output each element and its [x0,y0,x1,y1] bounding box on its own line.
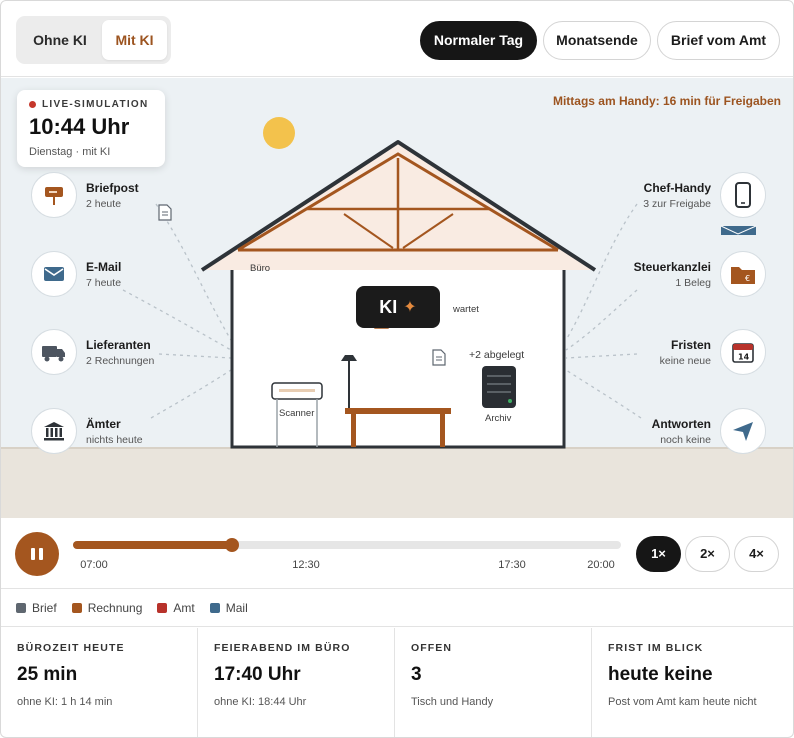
time-slider-handle[interactable] [225,538,240,552]
top-bar: Ohne KI Mit KI Normaler Tag Monatsende B… [1,1,793,77]
stat-offen: OFFEN 3 Tisch und Handy [395,628,592,737]
source-briefpost[interactable]: Briefpost 2 heute [31,172,139,218]
source-fristen[interactable]: Fristen keine neue 14 [660,329,766,375]
ohne-ki-button[interactable]: Ohne KI [20,20,100,60]
svg-text:€: € [745,274,750,283]
live-time: 10:44 Uhr [29,114,130,139]
send-icon [733,422,753,441]
archive-label: Archiv [485,413,512,424]
ki-mode-toggle: Ohne KI Mit KI [16,16,171,64]
time-slider[interactable] [73,538,621,552]
svg-text:14: 14 [738,353,750,362]
live-indicator-icon [29,101,36,108]
ki-status: wartet [453,304,479,315]
buero-label: Büro [250,263,271,274]
source-antworten[interactable]: Antworten noch keine [652,408,766,454]
tick-evening: 17:30 [498,559,526,571]
legend-item-mail: Mail [209,601,248,615]
legend-item-brief: Brief [16,601,57,615]
source-steuerkanzlei[interactable]: Steuerkanzlei 1 Beleg € [634,251,766,297]
phone-icon [735,182,751,208]
live-subtitle: Dienstag · mit KI [29,146,111,158]
speed-2x-button[interactable]: 2× [685,536,730,572]
scene-hint: Mittags am Handy: 16 min für Freigaben [552,94,781,108]
pause-button[interactable] [15,532,59,576]
archived-count: +2 abgelegt [469,349,525,361]
time-slider-fill [73,541,233,549]
truck-icon [42,346,65,362]
office-scene: LIVE-SIMULATION 10:44 Uhr Dienstag · mit… [1,78,793,518]
stat-frist: FRIST IM BLICK heute keine Post vom Amt … [608,642,757,708]
folder-euro-icon: € [731,267,755,284]
calendar-icon: 14 [732,343,754,363]
speed-1x-button[interactable]: 1× [636,536,681,572]
scanner-label: Scanner [279,408,315,419]
mailbox-icon [45,187,63,205]
tick-midday: 12:30 [292,559,320,571]
pause-icon [31,548,35,560]
sparkle-icon: ✦ [403,299,417,316]
stat-buerozeit: BÜROZEIT HEUTE 25 min ohne KI: 1 h 14 mi… [1,628,198,737]
live-simulation-card: LIVE-SIMULATION 10:44 Uhr Dienstag · mit… [17,90,165,167]
source-lieferanten[interactable]: Lieferanten 2 Rechnungen [31,329,154,375]
mit-ki-button[interactable]: Mit KI [102,20,167,60]
ki-assistant-box[interactable]: KI ✦ [356,286,440,328]
source-email[interactable]: E-Mail 7 heute [31,251,121,297]
envelope-icon [44,267,64,281]
scenario-monatsende-button[interactable]: Monatsende [543,21,651,60]
government-building-icon [44,422,64,441]
scenario-brief-vom-amt-button[interactable]: Brief vom Amt [657,21,780,60]
source-aemter[interactable]: Ämter nichts heute [31,408,143,454]
legend-item-rechnung: Rechnung [71,601,142,615]
timeline-bar: 07:00 12:30 17:30 20:00 1× 2× 4× [1,519,793,589]
stat-feierabend: FEIERABEND IM BÜRO 17:40 Uhr ohne KI: 18… [198,628,395,737]
legend-item-amt: Amt [157,601,195,615]
live-label: LIVE-SIMULATION [42,99,149,110]
source-chef-handy[interactable]: Chef-Handy 3 zur Freigabe [643,172,766,218]
tick-end: 20:00 [587,559,615,571]
speed-4x-button[interactable]: 4× [734,536,779,572]
scenario-normaler-tag-button[interactable]: Normaler Tag [420,21,537,60]
stats-panel: BÜROZEIT HEUTE 25 min ohne KI: 1 h 14 mi… [1,628,793,737]
legend: Brief Rechnung Amt Mail [1,590,793,627]
app-frame: Ohne KI Mit KI Normaler Tag Monatsende B… [0,0,794,738]
tick-start: 07:00 [80,559,108,571]
